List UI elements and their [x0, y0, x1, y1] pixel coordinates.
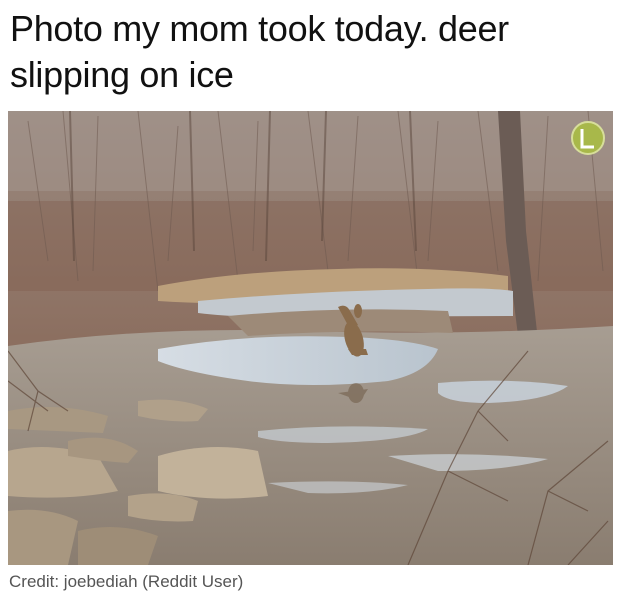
photo-scene [8, 111, 613, 565]
photo-credit: Credit: joebediah (Reddit User) [9, 572, 244, 591]
watermark-logo [571, 121, 605, 155]
deer-photo [8, 111, 613, 565]
post-caption: Photo my mom took today. deer slipping o… [10, 8, 509, 95]
